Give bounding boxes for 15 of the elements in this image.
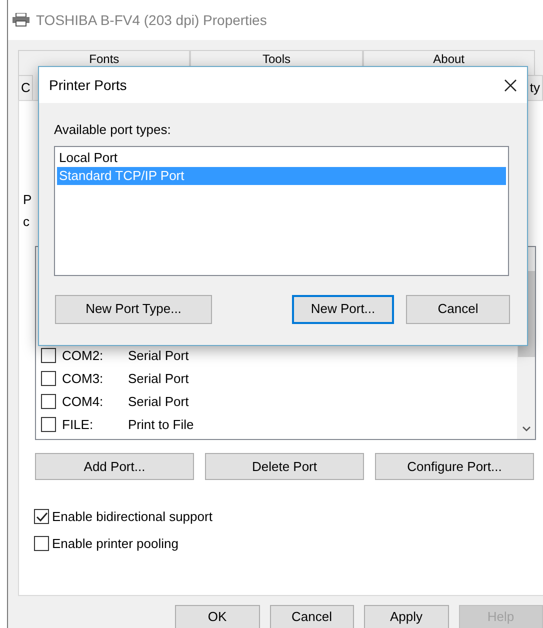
port-name: FILE: [62,416,94,434]
text-fragment: P [23,192,32,207]
dialog-title: Printer Ports [49,76,127,94]
port-description: Serial Port [128,346,189,365]
window-title: TOSHIBA B-FV4 (203 dpi) Properties [36,10,267,30]
port-name: COM2: [62,346,104,365]
port-name: COM4: [62,392,104,411]
port-description: Print to File [128,416,194,434]
port-description: Serial Port [128,370,189,388]
text-fragment: c [23,214,30,229]
option-label: Enable printer pooling [52,534,178,553]
option-label: Enable bidirectional support [52,508,212,526]
port-description: Serial Port [128,392,189,411]
dialog-prompt: Available port types: [54,121,172,139]
port-name: COM3: [62,370,104,388]
